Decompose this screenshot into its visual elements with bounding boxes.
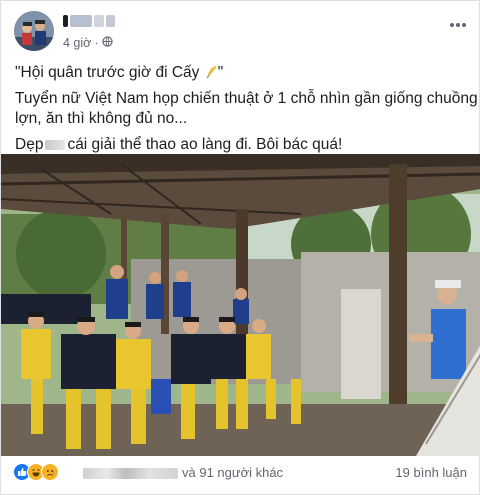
facebook-post: 4 giờ · "Hội quân trước giờ đi Cấy " Tuy… — [0, 0, 480, 495]
post-meta: 4 giờ · — [63, 36, 113, 50]
post-text-line: Tuyển nữ Việt Nam họp chiến thuật ở 1 ch… — [15, 90, 478, 107]
sad-icon — [41, 463, 59, 481]
meta-separator: · — [94, 36, 99, 50]
globe-icon[interactable] — [101, 36, 113, 50]
redacted-word — [45, 139, 66, 150]
post-photo[interactable] — [1, 154, 480, 456]
post-time[interactable]: 4 giờ — [63, 36, 91, 50]
ellipsis-icon — [449, 15, 467, 32]
comments-count[interactable]: 19 bình luận — [395, 465, 467, 480]
post-text-line: "Hội quân trước giờ đi Cấy " — [15, 64, 224, 81]
author-name[interactable] — [63, 13, 119, 29]
redacted-names — [83, 468, 178, 479]
reactions-count[interactable]: và 91 người khác — [182, 465, 283, 480]
reaction-icons[interactable] — [13, 463, 59, 481]
author-avatar[interactable] — [14, 11, 54, 51]
rice-plant-icon — [204, 65, 218, 79]
more-options-button[interactable] — [449, 15, 467, 33]
post-text-line: lợn, ăn thì không đủ no... — [15, 110, 188, 127]
post-text: "Hội quân trước giờ đi Cấy " Tuyển nữ Vi… — [15, 63, 478, 161]
post-text-line: Dẹp cái giải thể thao ao làng đi. Bôi bác… — [15, 136, 343, 153]
